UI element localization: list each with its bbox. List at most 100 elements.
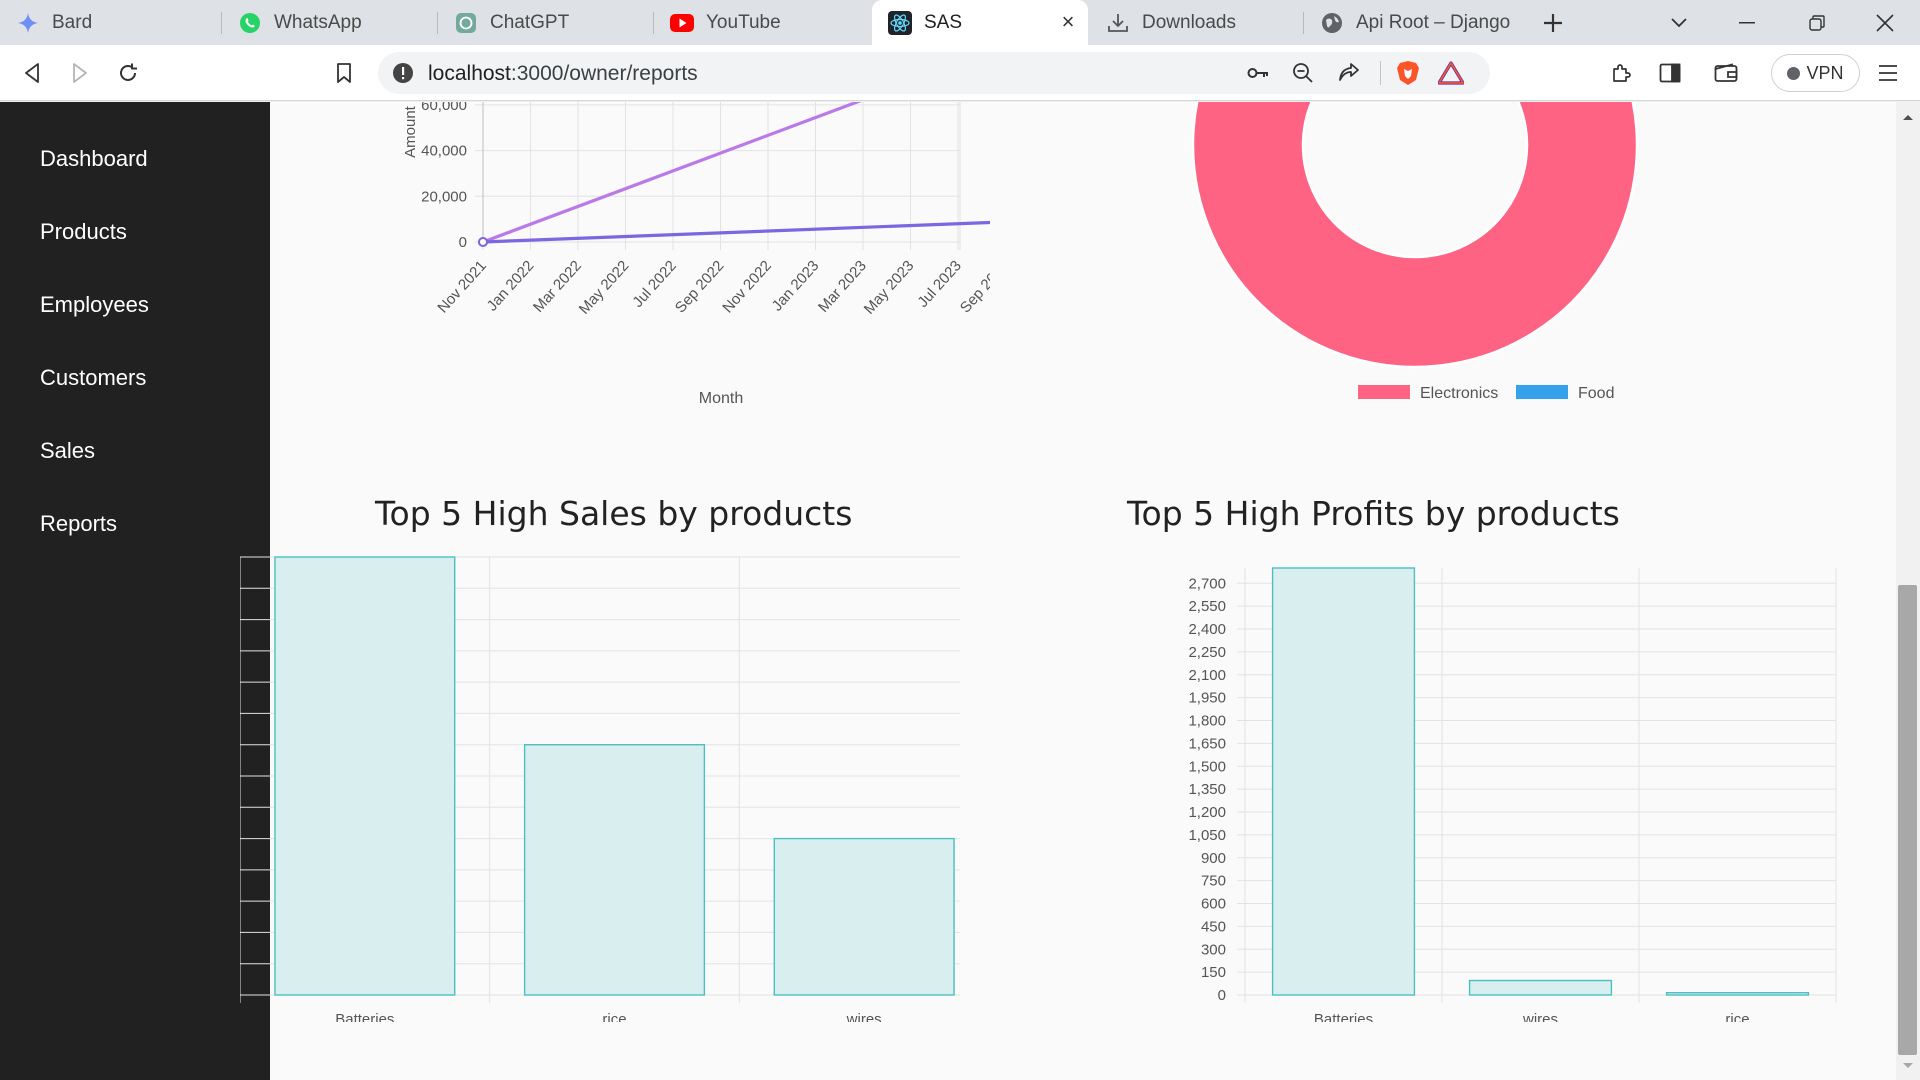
- sidebar-item-products[interactable]: Products: [40, 219, 127, 245]
- x-tick-label: Nov 2022: [719, 257, 775, 316]
- y-tick-label: 1,500: [1188, 758, 1226, 775]
- y-tick-label: 450: [1201, 918, 1226, 935]
- vpn-label: VPN: [1806, 62, 1844, 83]
- y-tick-label: 2,400: [1188, 621, 1226, 638]
- back-button[interactable]: [14, 55, 50, 91]
- x-tick-label: rice: [602, 1011, 626, 1022]
- sidebar-item-employees[interactable]: Employees: [40, 292, 149, 318]
- sales-trend-line-chart: 020,00040,00060,000Nov 2021Jan 2022Mar 2…: [402, 102, 990, 407]
- top-sales-bar-chart: 0246810121416182022242628Batteriesricewi…: [240, 556, 960, 1022]
- browser-toolbar: localhost:3000/owner/reports VPN: [0, 45, 1920, 101]
- sales-chart-title: Top 5 High Sales by products: [375, 494, 853, 533]
- restore-button[interactable]: [1792, 0, 1842, 45]
- site-info-icon[interactable]: [392, 62, 414, 89]
- y-tick-label: 2,700: [1188, 575, 1226, 592]
- y-tick-label: 1,950: [1188, 690, 1226, 707]
- tab-downloads[interactable]: Downloads: [1090, 0, 1304, 45]
- tab-label: Bard: [52, 11, 93, 33]
- y-tick-label: 750: [1201, 873, 1226, 890]
- page: Dashboard Products Employees Customers S…: [0, 102, 1920, 1080]
- tab-label: Downloads: [1142, 11, 1236, 33]
- data-point: [478, 237, 488, 247]
- x-tick-label: Batteries: [1314, 1011, 1373, 1022]
- tab-label: Api Root – Django R: [1356, 11, 1516, 33]
- extensions-icon[interactable]: [1604, 55, 1640, 91]
- bar: [523, 744, 706, 996]
- legend-swatch: [1358, 385, 1410, 399]
- bookmark-icon[interactable]: [326, 55, 362, 91]
- url-host: localhost: [428, 62, 511, 85]
- share-icon[interactable]: [1338, 62, 1360, 89]
- x-tick-label: May 2022: [576, 257, 633, 317]
- new-tab-button[interactable]: [1528, 0, 1578, 45]
- tab-sas[interactable]: SAS ×: [872, 0, 1088, 45]
- tab-bard[interactable]: Bard: [0, 0, 222, 45]
- vpn-status-icon: [1787, 66, 1801, 80]
- bar: [1468, 979, 1613, 996]
- bard-icon: [16, 11, 40, 35]
- address-bar[interactable]: localhost:3000/owner/reports: [378, 52, 1490, 94]
- zoom-out-icon[interactable]: [1292, 62, 1314, 89]
- wallet-icon[interactable]: [1708, 55, 1744, 91]
- y-tick-label: 1,800: [1188, 713, 1226, 730]
- y-tick-label: 0: [1218, 987, 1226, 1004]
- x-tick-label: wires: [846, 1011, 882, 1022]
- x-tick-label: Sep 2022: [672, 257, 728, 316]
- close-window-button[interactable]: [1860, 0, 1910, 45]
- tab-whatsapp[interactable]: WhatsApp: [222, 0, 438, 45]
- y-tick-label: 2,100: [1188, 667, 1226, 684]
- url-text[interactable]: localhost:3000/owner/reports: [428, 62, 698, 86]
- y-tick-label: 1,050: [1188, 827, 1226, 844]
- y-axis-title: Amount: [402, 105, 419, 158]
- scroll-down-icon[interactable]: [1896, 1056, 1920, 1076]
- bar: [274, 556, 456, 996]
- tab-api-root[interactable]: Api Root – Django R: [1304, 0, 1520, 45]
- tab-search-chevron-icon[interactable]: [1654, 0, 1704, 45]
- sidebar-item-customers[interactable]: Customers: [40, 365, 146, 391]
- bar: [1665, 992, 1810, 996]
- x-tick-label: Jan 2023: [769, 257, 823, 314]
- x-tick-label: rice: [1725, 1011, 1749, 1022]
- bar: [773, 837, 955, 996]
- globe-icon: [1320, 11, 1344, 35]
- youtube-icon: [670, 11, 694, 35]
- y-tick-label: 0: [459, 234, 467, 251]
- brave-rewards-icon[interactable]: [1437, 61, 1465, 90]
- sidebar-toggle-icon[interactable]: [1652, 55, 1688, 91]
- close-tab-icon[interactable]: ×: [1056, 9, 1080, 34]
- reload-button[interactable]: [110, 55, 146, 91]
- y-tick-label: 60,000: [421, 102, 467, 114]
- x-tick-label: wires: [1522, 1011, 1558, 1022]
- brave-shields-icon[interactable]: [1396, 60, 1420, 91]
- menu-icon[interactable]: [1870, 55, 1906, 91]
- reports-content: 0 20,000 40,000 60,000 Nov 2021 Jan 2022 Mar 2…: [240, 102, 1896, 1080]
- tab-label: YouTube: [706, 11, 781, 33]
- minimize-button[interactable]: [1722, 0, 1772, 45]
- y-tick-label: 600: [1201, 896, 1226, 913]
- series-line: [482, 102, 862, 244]
- y-tick-label: 40,000: [421, 143, 467, 160]
- sidebar-item-reports[interactable]: Reports: [40, 511, 117, 537]
- key-icon[interactable]: [1246, 62, 1270, 89]
- y-tick-label: 1,650: [1188, 735, 1226, 752]
- forward-button[interactable]: [62, 55, 98, 91]
- x-axis-title: Month: [699, 390, 743, 407]
- y-tick-label: 900: [1201, 850, 1226, 867]
- vpn-button[interactable]: VPN: [1771, 54, 1860, 92]
- legend-label: Food: [1578, 385, 1614, 402]
- top-profits-bar-chart: 0 150 300 450 600 750 900 1,050 1,200 1,350 1,500 1…: [1188, 567, 1837, 1022]
- tab-youtube[interactable]: YouTube: [654, 0, 870, 45]
- tab-label: ChatGPT: [490, 11, 570, 33]
- scroll-up-icon[interactable]: [1896, 106, 1920, 126]
- y-tick-label: 20,000: [421, 188, 467, 205]
- x-tick-label: Nov 2021: [434, 257, 490, 316]
- tab-label: SAS: [924, 11, 963, 33]
- tab-chatgpt[interactable]: ChatGPT: [438, 0, 654, 45]
- y-tick-label: 1,350: [1188, 781, 1226, 798]
- whatsapp-icon: [238, 11, 262, 35]
- download-icon: [1106, 11, 1130, 35]
- sidebar-item-sales[interactable]: Sales: [40, 438, 95, 464]
- scroll-thumb[interactable]: [1898, 585, 1917, 1055]
- sidebar-item-dashboard[interactable]: Dashboard: [40, 146, 148, 172]
- profits-chart-title: Top 5 High Profits by products: [1127, 494, 1620, 533]
